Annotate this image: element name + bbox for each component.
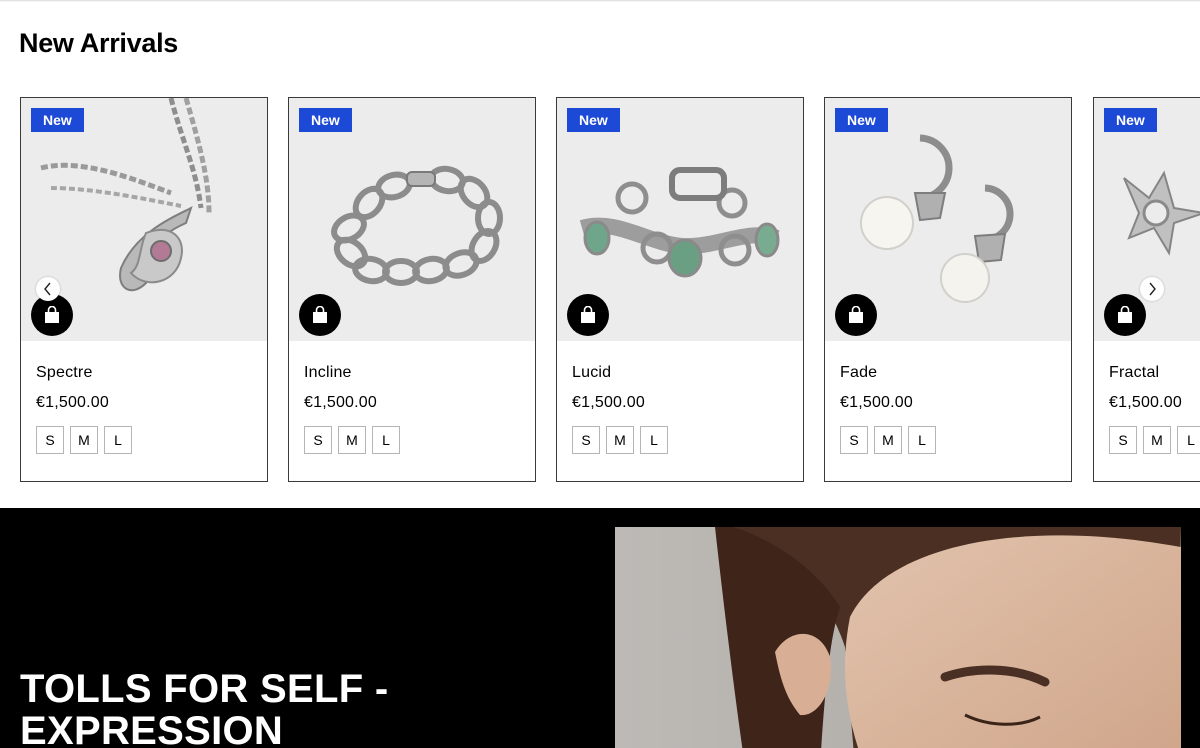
chevron-left-icon (44, 282, 51, 296)
size-option-s[interactable]: S (572, 426, 600, 454)
size-option-s[interactable]: S (1109, 426, 1137, 454)
gallery-next-button[interactable] (1140, 277, 1164, 301)
product-card[interactable]: New Fade €1,500.00 S M L (824, 97, 1072, 482)
shopping-bag-icon (581, 306, 595, 323)
add-to-cart-button[interactable] (299, 294, 341, 336)
hero-title-line-1: TOLLS FOR SELF - (20, 667, 389, 711)
size-option-l[interactable]: L (104, 426, 132, 454)
product-price: €1,500.00 (840, 394, 913, 411)
shopping-bag-icon (849, 306, 863, 323)
chevron-right-icon (1149, 282, 1156, 296)
size-selector: S M L (304, 426, 400, 454)
product-name[interactable]: Incline (304, 364, 352, 382)
add-to-cart-button[interactable] (567, 294, 609, 336)
new-badge: New (567, 108, 620, 132)
product-card[interactable]: New Incline €1,500.00 S M L (288, 97, 536, 482)
product-card[interactable]: New Lucid €1,500.00 S M L (556, 97, 804, 482)
add-to-cart-button[interactable] (835, 294, 877, 336)
size-selector: S M L (572, 426, 668, 454)
new-badge: New (835, 108, 888, 132)
woman-portrait-image (615, 527, 1181, 748)
size-option-s[interactable]: S (304, 426, 332, 454)
hero-title: TOLLS FOR SELF - EXPRESSION (20, 668, 389, 748)
size-option-l[interactable]: L (908, 426, 936, 454)
new-badge: New (1104, 108, 1157, 132)
product-name[interactable]: Lucid (572, 364, 611, 382)
new-badge: New (31, 108, 84, 132)
size-option-s[interactable]: S (36, 426, 64, 454)
size-selector: S M L (1109, 426, 1200, 454)
product-price: €1,500.00 (36, 394, 109, 411)
hero-title-line-2: EXPRESSION (20, 709, 284, 748)
hero-image (615, 527, 1181, 748)
product-price: €1,500.00 (1109, 394, 1182, 411)
size-selector: S M L (840, 426, 936, 454)
product-name[interactable]: Fade (840, 364, 877, 382)
shopping-bag-icon (1118, 306, 1132, 323)
size-option-m[interactable]: M (338, 426, 366, 454)
product-gallery: New Spectre €1,500.00 S M L New Incline … (0, 97, 1200, 483)
add-to-cart-button[interactable] (1104, 294, 1146, 336)
size-selector: S M L (36, 426, 132, 454)
size-option-m[interactable]: M (606, 426, 634, 454)
product-name[interactable]: Spectre (36, 364, 93, 382)
size-option-l[interactable]: L (1177, 426, 1200, 454)
product-price: €1,500.00 (304, 394, 377, 411)
size-option-m[interactable]: M (874, 426, 902, 454)
size-option-m[interactable]: M (70, 426, 98, 454)
size-option-m[interactable]: M (1143, 426, 1171, 454)
section-title: New Arrivals (19, 28, 178, 58)
size-option-l[interactable]: L (640, 426, 668, 454)
product-price: €1,500.00 (572, 394, 645, 411)
shopping-bag-icon (313, 306, 327, 323)
gallery-prev-button[interactable] (36, 277, 60, 301)
new-badge: New (299, 108, 352, 132)
size-option-s[interactable]: S (840, 426, 868, 454)
header-divider (0, 0, 1200, 2)
size-option-l[interactable]: L (372, 426, 400, 454)
shopping-bag-icon (45, 306, 59, 323)
product-name[interactable]: Fractal (1109, 364, 1159, 382)
hero-section: TOLLS FOR SELF - EXPRESSION (0, 508, 1200, 748)
